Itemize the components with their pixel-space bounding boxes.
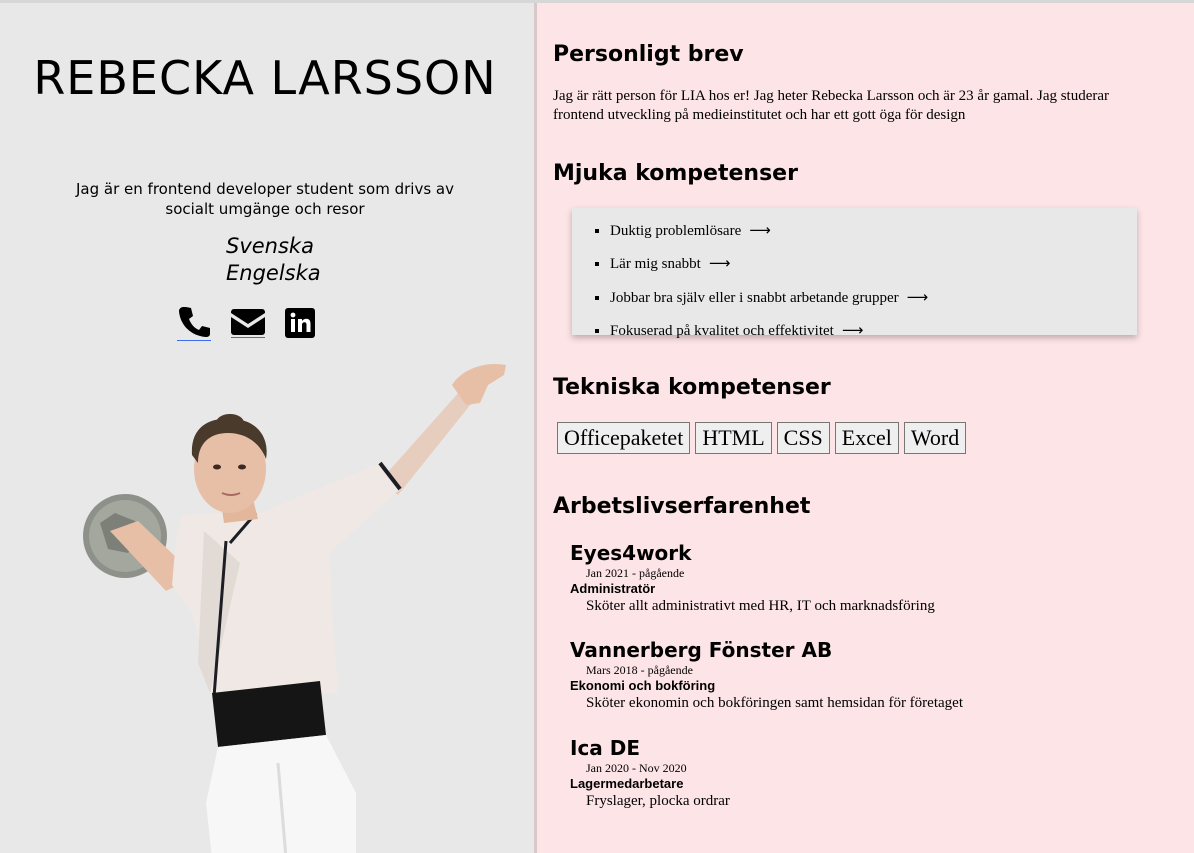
soft-skills-box: Duktig problemlösare ⟶ Lär mig snabbt ⟶ Jo… bbox=[572, 208, 1137, 339]
arrow-right-icon: ⟶ bbox=[841, 320, 864, 339]
soft-skill-label: Duktig problemlösare bbox=[610, 223, 742, 239]
job-entry: Eyes4work Jan 2021 - pågående Administra… bbox=[570, 541, 1170, 616]
soft-skill-label: Lär mig snabbt bbox=[610, 256, 701, 273]
phone-link[interactable] bbox=[177, 306, 211, 341]
job-role: Ekonomi och bokföring bbox=[570, 678, 716, 693]
arrow-right-icon: ⟶ bbox=[708, 254, 731, 273]
job-company: Ica DE bbox=[570, 736, 641, 760]
contact-links bbox=[177, 306, 315, 341]
letter-text: Jag är rätt person för LIA hos er! Jag h… bbox=[553, 88, 1110, 123]
list-item: Lär mig snabbt ⟶ bbox=[610, 247, 1137, 280]
job-description: Fryslager, plocka ordrar bbox=[586, 793, 730, 809]
job-description: Sköter allt administrativt med HR, IT oc… bbox=[586, 598, 935, 614]
tech-skills-heading: Tekniska kompetenser bbox=[553, 375, 831, 400]
profile-name: REBECKA LARSSON bbox=[33, 51, 497, 105]
soft-skill-label: Fokuserad på kvalitet och effektivitet bbox=[610, 322, 834, 339]
language-list: Svenska Engelska bbox=[226, 233, 321, 287]
skill-officepaketet-button[interactable]: Officepaketet bbox=[557, 422, 691, 454]
linkedin-icon bbox=[285, 307, 315, 338]
profile-sidebar: REBECKA LARSSON Jag är en frontend devel… bbox=[0, 3, 534, 853]
linkedin-link[interactable] bbox=[285, 307, 315, 340]
arrow-right-icon: ⟶ bbox=[906, 287, 929, 306]
job-description: Sköter ekonomin och bokföringen samt hem… bbox=[586, 695, 963, 711]
experience-heading: Arbetslivserfarenhet bbox=[553, 494, 811, 519]
arrow-right-icon: ⟶ bbox=[749, 221, 771, 239]
list-item: Fokuserad på kvalitet och effektivitet ⟶ bbox=[610, 314, 1137, 347]
skill-html-button[interactable]: HTML bbox=[695, 422, 772, 454]
job-entry: Ica DE Jan 2020 - Nov 2020 Lagermedarbet… bbox=[570, 736, 1170, 811]
envelope-icon bbox=[231, 309, 265, 335]
job-company: Vannerberg Fönster AB bbox=[570, 638, 833, 662]
language-item: Svenska bbox=[226, 234, 314, 258]
skill-excel-button[interactable]: Excel bbox=[834, 422, 899, 454]
list-item: Jobbar bra själv eller i snabbt arbetand… bbox=[610, 281, 1137, 314]
soft-skill-label: Jobbar bra själv eller i snabbt arbetand… bbox=[610, 289, 899, 306]
language-item: Engelska bbox=[226, 261, 321, 285]
soft-skills-heading: Mjuka kompetenser bbox=[553, 161, 798, 186]
job-role: Administratör bbox=[570, 581, 656, 596]
job-period: Jan 2021 - pågående bbox=[586, 566, 685, 580]
list-item: Duktig problemlösare ⟶ bbox=[610, 214, 1137, 247]
cv-content: Personligt brev Jag är rätt person för L… bbox=[537, 3, 1194, 853]
email-link[interactable] bbox=[231, 309, 265, 338]
job-entry: Vannerberg Fönster AB Mars 2018 - pågåen… bbox=[570, 638, 1170, 713]
profile-tagline: Jag är en frontend developer student som… bbox=[76, 180, 454, 218]
profile-photo bbox=[83, 363, 506, 853]
skill-css-button[interactable]: CSS bbox=[776, 422, 830, 454]
tech-skills-list: Officepaketet HTML CSS Excel Word bbox=[557, 422, 967, 454]
job-period: Jan 2020 - Nov 2020 bbox=[586, 761, 687, 775]
phone-icon bbox=[179, 307, 210, 337]
job-role: Lagermedarbetare bbox=[570, 776, 684, 791]
soft-skills-list: Duktig problemlösare ⟶ Lär mig snabbt ⟶ Jo… bbox=[572, 208, 1137, 347]
job-company: Eyes4work bbox=[570, 541, 692, 565]
job-period: Mars 2018 - pågående bbox=[586, 663, 693, 677]
skill-word-button[interactable]: Word bbox=[903, 422, 967, 454]
letter-heading: Personligt brev bbox=[553, 42, 744, 67]
